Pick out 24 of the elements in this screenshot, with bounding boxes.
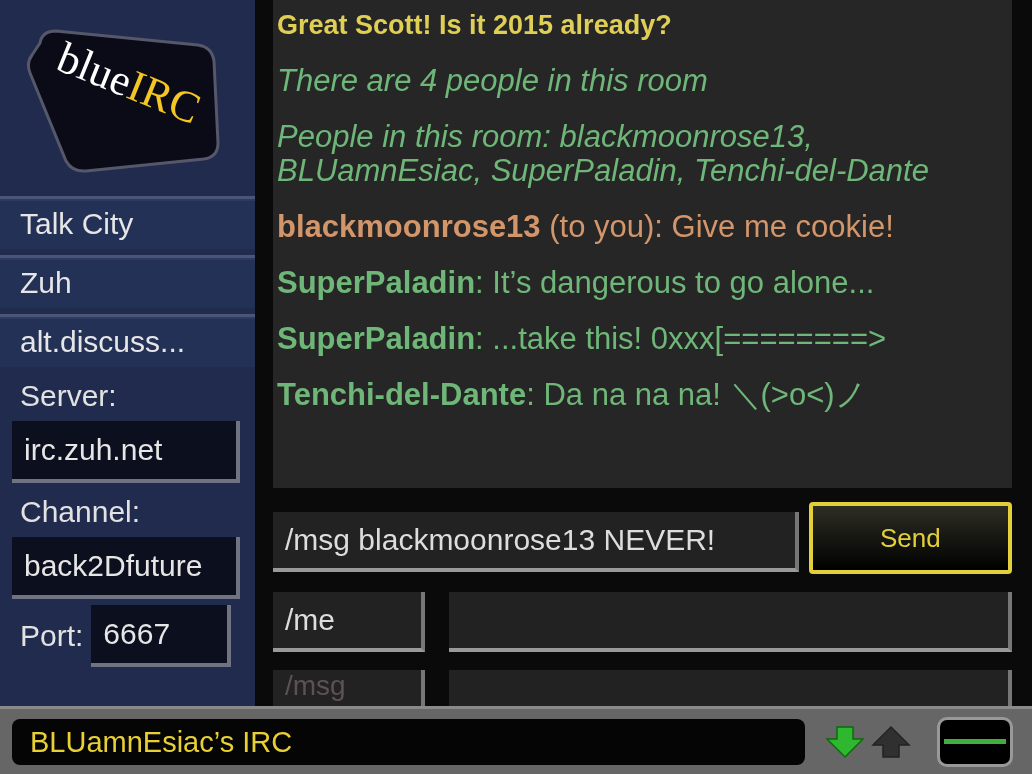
channel-tab[interactable]: Zuh [0, 255, 255, 308]
chat-message: SuperPaladin: ...take this! 0xxx[========> [277, 322, 888, 356]
chat-message: blackmoonrose13 (to you): Give me cookie! [277, 210, 895, 244]
chat-message: Tenchi-del-Dante: Da na na na! ＼(>o<)ノ [277, 378, 868, 412]
down-arrow-icon[interactable] [825, 724, 865, 759]
channel-field[interactable]: back2Dfuture [12, 537, 240, 599]
message-field[interactable]: /msg blackmoonrose13 NEVER! [273, 512, 799, 572]
up-arrow-icon[interactable] [871, 724, 911, 759]
server-field[interactable]: irc.zuh.net [12, 421, 240, 483]
port-label: Port: [19, 619, 84, 653]
channel-tab[interactable]: alt.discuss... [0, 314, 255, 367]
window-title: BLUamnEsiac’s IRC [12, 718, 805, 765]
chat-message: People in this room: blackmoonrose13, BLUamnEsiac, SuperPaladin, Tenchi-del-Dante [277, 120, 930, 188]
argument-field[interactable] [449, 592, 1012, 652]
minimize-button[interactable] [937, 716, 1013, 767]
port-field[interactable]: 6667 [91, 605, 232, 667]
server-label: Server: [19, 379, 118, 413]
channel-tab[interactable]: Talk City [0, 196, 255, 249]
chat-message: Great Scott! Is it 2015 already? [277, 9, 673, 42]
chat-message: SuperPaladin: It’s dangerous to go alone... [277, 266, 876, 300]
chat-message: There are 4 people in this room [277, 64, 709, 98]
command-field[interactable]: /me [273, 592, 425, 652]
channel-label: Channel: [19, 495, 142, 529]
send-button[interactable]: Send [808, 502, 1012, 574]
